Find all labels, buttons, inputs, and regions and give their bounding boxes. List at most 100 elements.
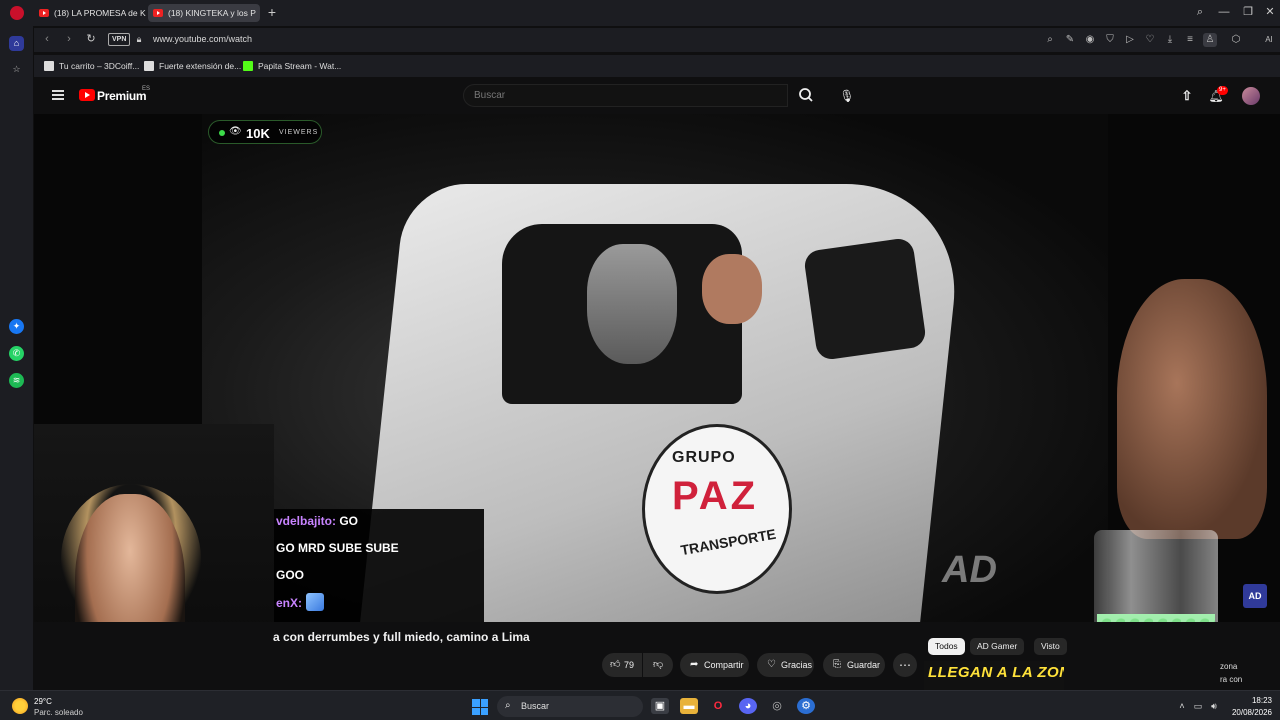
like-button[interactable]: 👍︎ 79: [602, 653, 642, 677]
thanks-button[interactable]: ♡ Gracias: [757, 653, 814, 677]
vpn-badge[interactable]: VPN: [108, 33, 131, 46]
home-icon[interactable]: ⌂: [9, 36, 24, 51]
opera-taskbar-icon[interactable]: O: [709, 698, 727, 714]
thumbnail-text: LLEGAN A LA ZONA PICANTE: [928, 664, 1064, 681]
streamer-figure: [1117, 279, 1267, 539]
youtube-header: Premium ES 🎙︎ ⇧ 🔔︎ 9+: [34, 78, 1280, 114]
weather-temperature[interactable]: 29°C: [34, 697, 52, 706]
truck-mirror: [587, 244, 677, 364]
volume-icon[interactable]: 🔊︎: [1208, 700, 1220, 712]
network-icon[interactable]: ▭: [1192, 700, 1204, 712]
search-input[interactable]: [464, 85, 787, 106]
bookmark-label: Papita Stream - Wat...: [258, 61, 342, 71]
share-button[interactable]: ➦ Compartir: [680, 653, 749, 677]
windows-start-icon[interactable]: [472, 699, 488, 715]
edit-icon[interactable]: ✎: [1063, 33, 1077, 47]
viewer-label: VIEWERS: [279, 129, 319, 136]
messenger-icon[interactable]: ✦: [9, 319, 24, 334]
player-icon[interactable]: ▷: [1123, 33, 1137, 47]
discord-icon[interactable]: ◕: [739, 698, 757, 714]
shield-icon[interactable]: ⛉: [1103, 33, 1117, 47]
windows-taskbar: 29°C Parc. soleado ⌕ Buscar ▣ ▬ O ◕ ◎ ⚙ …: [0, 690, 1280, 720]
opera-logo-icon[interactable]: [10, 6, 24, 20]
recommended-video-thumbnail[interactable]: LLEGAN A LA ZONA PICANTE: [924, 661, 1064, 691]
driver-figure: [702, 254, 762, 324]
opera-gx-icon[interactable]: ◎: [768, 698, 786, 714]
youtube-logo-icon[interactable]: [79, 89, 95, 101]
avatar[interactable]: [1242, 87, 1260, 105]
channel-badge[interactable]: AD: [1243, 584, 1267, 608]
download-icon[interactable]: ⤓: [1163, 33, 1177, 47]
bookmark-favicon-icon: [144, 61, 154, 71]
minimize-button[interactable]: —: [1214, 4, 1234, 20]
bookmark-label: Fuerte extensión de...: [159, 61, 242, 71]
url-field[interactable]: www.youtube.com/watch: [153, 34, 252, 44]
more-actions-button[interactable]: ⋯: [893, 653, 917, 677]
share-label: Compartir: [704, 660, 744, 670]
eye-icon: 👁︎: [229, 126, 242, 137]
clock-time[interactable]: 18:23: [1232, 696, 1272, 705]
video-actions: 👍︎ 79 👎︎ ➦ Compartir ♡ Gracias ⎘ Guardar…: [34, 653, 1280, 677]
lock-icon[interactable]: 🔒︎: [132, 32, 146, 46]
clock-date[interactable]: 20/08/2026: [1224, 708, 1272, 717]
viewer-count: 10K: [246, 126, 270, 141]
file-explorer-icon[interactable]: ▬: [680, 698, 698, 714]
tab-kingteka[interactable]: (18) KINGTEKA y los P: [148, 4, 260, 22]
settings-gear-icon[interactable]: ⚙: [797, 698, 815, 714]
bookmark-star-icon[interactable]: ☆: [9, 62, 24, 77]
taskbar-search[interactable]: ⌕ Buscar: [497, 696, 643, 717]
reload-icon[interactable]: ↻: [84, 32, 98, 46]
camera-icon[interactable]: ◉: [1083, 33, 1097, 47]
thumbs-up-icon: 👍︎: [610, 659, 621, 670]
thanks-label: Gracias: [781, 660, 813, 670]
task-view-icon[interactable]: ▣: [651, 698, 669, 714]
bookmark-item[interactable]: Fuerte extensión de...: [144, 59, 241, 73]
weather-sun-icon[interactable]: [12, 698, 28, 714]
search-icon: ⌕: [505, 700, 511, 711]
bookmark-item[interactable]: Tu carrito – 3DCoiff...: [44, 59, 139, 73]
save-label: Guardar: [847, 660, 881, 670]
tab-search-icon[interactable]: ⌕: [1190, 4, 1210, 20]
search-box[interactable]: [463, 84, 788, 107]
new-tab-button[interactable]: +: [264, 4, 280, 20]
whatsapp-icon[interactable]: ✆: [9, 346, 24, 361]
youtube-favicon-icon: [39, 9, 49, 17]
extensions-icon[interactable]: ⬡: [1229, 33, 1243, 47]
bookmark-item[interactable]: Papita Stream - Wat...: [243, 59, 341, 73]
profile-icon[interactable]: ♙: [1203, 33, 1217, 47]
tray-overflow-icon[interactable]: ˄: [1176, 700, 1188, 712]
weather-description[interactable]: Parc. soleado: [34, 708, 83, 717]
channel-watermark: AD: [942, 549, 997, 591]
close-button[interactable]: ✕: [1260, 4, 1280, 20]
menu-lines-icon[interactable]: ≡: [1183, 33, 1197, 47]
tab-la-promesa[interactable]: (18) LA PROMESA de King: [34, 4, 146, 22]
browser-tab-bar: (18) LA PROMESA de King (18) KINGTEKA y …: [0, 0, 1280, 26]
forward-icon[interactable]: ›: [62, 32, 76, 46]
save-icon: ⎘: [833, 659, 841, 670]
youtube-brand[interactable]: Premium: [97, 89, 147, 103]
upload-icon[interactable]: ⇧: [1179, 88, 1195, 104]
kick-favicon-icon: [243, 61, 253, 71]
bookmarks-bar: Tu carrito – 3DCoiff... Fuerte extensión…: [34, 55, 1280, 77]
recommended-title-snippet[interactable]: zona: [1220, 662, 1237, 671]
back-icon[interactable]: ‹: [40, 32, 54, 46]
taskbar-search-label: Buscar: [521, 701, 550, 711]
dislike-button[interactable]: 👎︎: [643, 653, 673, 677]
chat-message: vdelbajito: GO: [276, 514, 359, 528]
search-button[interactable]: [788, 84, 824, 107]
ai-button[interactable]: AI: [1259, 33, 1279, 47]
chat-message: enX:: [276, 593, 325, 611]
spotify-icon[interactable]: ≋: [9, 373, 24, 388]
video-player[interactable]: GRUPO PAZ TRANSPORTE AD 👁︎ 10K VIEWERS v…: [34, 114, 1280, 622]
recommended-title-snippet[interactable]: ra con: [1220, 675, 1242, 684]
heart-icon[interactable]: ♡: [1143, 33, 1157, 47]
restore-button[interactable]: ❐: [1238, 4, 1258, 20]
truck-rear-window: [802, 236, 928, 362]
thanks-icon: ♡: [767, 659, 776, 670]
voice-search-icon[interactable]: 🎙︎: [836, 85, 858, 107]
search-icon[interactable]: ⌕: [1043, 33, 1057, 47]
chat-overlay: vdelbajito: GO GO MRD SUBE SUBE GOO enX:: [274, 509, 484, 622]
address-bar: ‹ › ↻ VPN 🔒︎ www.youtube.com/watch ⌕ ✎ ◉…: [34, 28, 1280, 52]
save-button[interactable]: ⎘ Guardar: [823, 653, 885, 677]
hamburger-menu-icon[interactable]: [52, 90, 64, 100]
